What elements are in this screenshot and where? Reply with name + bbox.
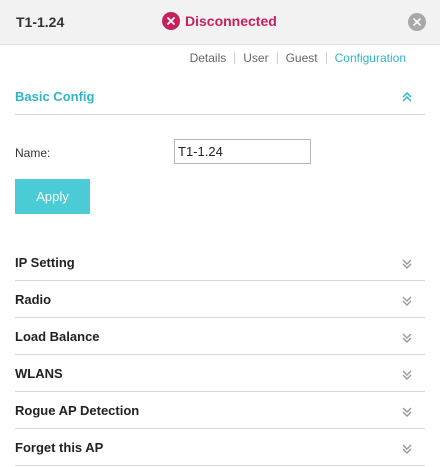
tab-divider	[234, 52, 236, 64]
chevron-double-down-icon	[401, 257, 413, 275]
tab-divider	[276, 52, 278, 64]
chevron-double-down-icon	[401, 294, 413, 312]
chevron-double-up-icon	[401, 90, 413, 108]
error-circle-icon	[162, 12, 180, 30]
connection-status: Disconnected	[162, 12, 277, 30]
config-sections: IP Setting Radio Load Balance WLANS Rogu…	[15, 245, 425, 467]
name-label: Name:	[15, 146, 51, 160]
tab-user[interactable]: User	[243, 51, 268, 65]
section-load-balance[interactable]: Load Balance	[15, 319, 425, 355]
section-wlans[interactable]: WLANS	[15, 356, 425, 392]
section-label: Load Balance	[15, 329, 100, 344]
section-label: WLANS	[15, 366, 63, 381]
tab-divider	[325, 52, 327, 64]
tab-bar: Details User Guest Configuration	[190, 51, 406, 65]
section-label: IP Setting	[15, 255, 75, 270]
chevron-double-down-icon	[401, 331, 413, 349]
chevron-double-down-icon	[401, 442, 413, 460]
section-rogue-ap-detection[interactable]: Rogue AP Detection	[15, 393, 425, 429]
panel-header: T1-1.24 Disconnected	[0, 0, 440, 45]
status-text: Disconnected	[185, 13, 277, 29]
tab-configuration[interactable]: Configuration	[335, 51, 406, 65]
tab-guest[interactable]: Guest	[286, 51, 318, 65]
tab-details[interactable]: Details	[190, 51, 227, 65]
section-ip-setting[interactable]: IP Setting	[15, 245, 425, 281]
close-icon[interactable]	[408, 13, 426, 31]
section-label: Radio	[15, 292, 52, 307]
basic-config-header[interactable]: Basic Config	[15, 80, 425, 115]
section-label: Forget this AP	[15, 440, 104, 455]
section-label: Rogue AP Detection	[15, 403, 140, 418]
apply-button[interactable]: Apply	[15, 179, 90, 214]
basic-config-title: Basic Config	[15, 89, 95, 104]
section-forget-this-ap[interactable]: Forget this AP	[15, 430, 425, 466]
chevron-double-down-icon	[401, 405, 413, 423]
section-radio[interactable]: Radio	[15, 282, 425, 318]
name-input[interactable]	[174, 139, 311, 164]
device-name: T1-1.24	[16, 14, 65, 30]
chevron-double-down-icon	[401, 368, 413, 386]
